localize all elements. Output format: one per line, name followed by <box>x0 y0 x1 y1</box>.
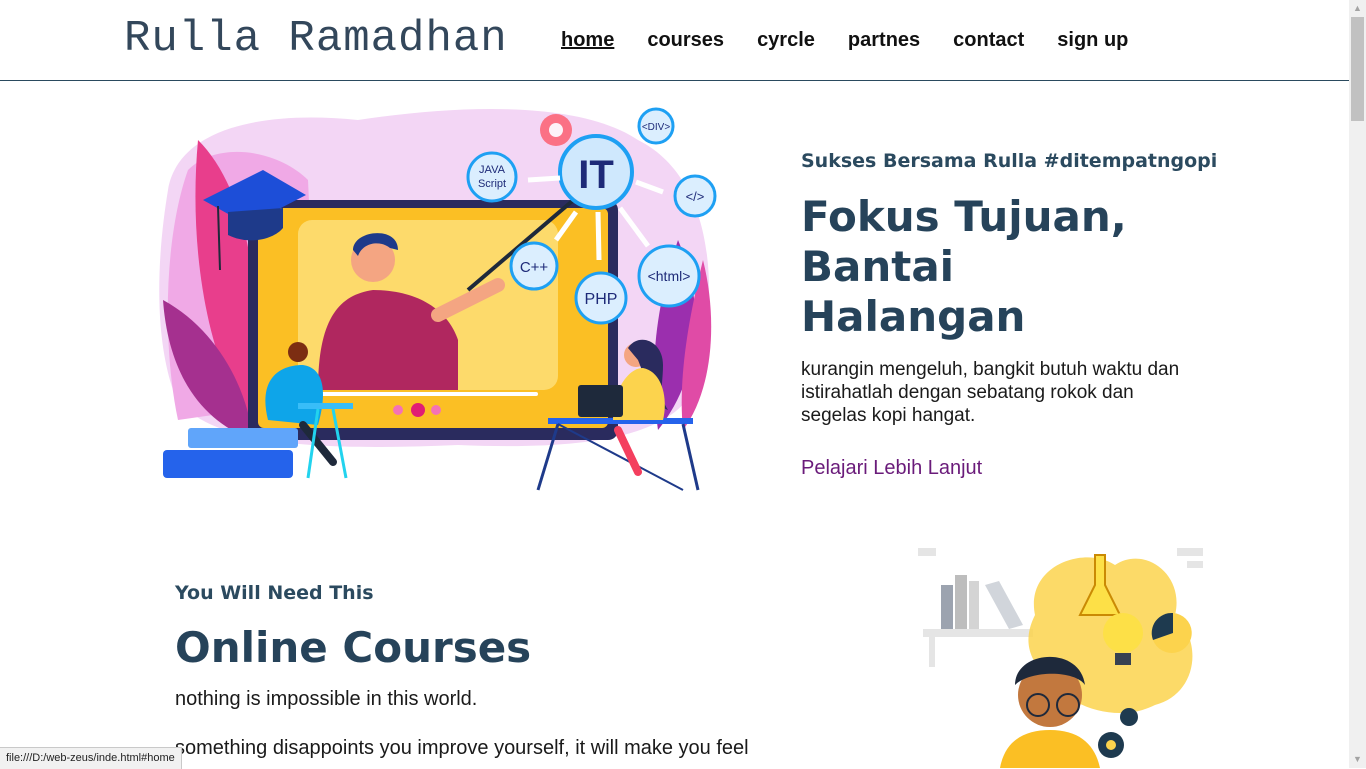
hero-eyebrow: Sukses Bersama Rulla #ditempatngopi <box>801 150 1218 172</box>
div-bubble-label: <DIV> <box>642 122 671 133</box>
learn-more-link[interactable]: Pelajari Lebih Lanjut <box>801 457 982 480</box>
courses-section: You Will Need This Online Courses nothin… <box>175 582 815 760</box>
nav-courses[interactable]: courses <box>647 29 724 52</box>
site-logo[interactable]: Rulla Ramadhan <box>124 14 508 64</box>
php-bubble-label: PHP <box>585 291 618 308</box>
script-bubble-label: Script <box>478 178 506 190</box>
close-tag-bubble-label: </> <box>686 189 705 204</box>
nav-partnes[interactable]: partnes <box>848 29 920 52</box>
site-header: Rulla Ramadhan home courses cyrcle partn… <box>0 0 1349 81</box>
browser-status-bar: file:///D:/web-zeus/inde.html#home <box>0 747 182 769</box>
html-bubble-label: <html> <box>648 268 691 284</box>
hero-illustration: IT <DIV> JAVA Script </> C++ PHP <html> <box>159 107 717 491</box>
nav-home[interactable]: home <box>561 29 614 52</box>
java-bubble-label: JAVA <box>479 164 506 176</box>
nav-cyrcle[interactable]: cyrcle <box>757 29 815 52</box>
it-bubble-label: IT <box>578 153 614 197</box>
hero-description: kurangin mengeluh, bangkit butuh waktu d… <box>801 359 1180 426</box>
cpp-bubble-label: C++ <box>520 259 549 276</box>
page-scrollbar[interactable]: ▲ ▼ <box>1349 0 1366 768</box>
nav-contact[interactable]: contact <box>953 29 1024 52</box>
scrollbar-thumb[interactable] <box>1351 17 1364 121</box>
hero-title: Fokus Tujuan, Bantai Halangan <box>801 192 1127 341</box>
main-nav: home courses cyrcle partnes contact sign… <box>561 29 1161 52</box>
hero-section: Sukses Bersama Rulla #ditempatngopi Foku… <box>801 150 1221 480</box>
courses-eyebrow: You Will Need This <box>175 582 374 604</box>
courses-illustration <box>918 548 1203 768</box>
scroll-down-arrow-icon[interactable]: ▼ <box>1349 751 1366 768</box>
scroll-up-arrow-icon[interactable]: ▲ <box>1349 0 1366 17</box>
courses-description-2: something disappoints you improve yourse… <box>175 737 749 759</box>
courses-title: Online Courses <box>175 623 532 672</box>
courses-description: nothing is impossible in this world. <box>175 688 478 710</box>
nav-sign-up[interactable]: sign up <box>1057 29 1128 52</box>
